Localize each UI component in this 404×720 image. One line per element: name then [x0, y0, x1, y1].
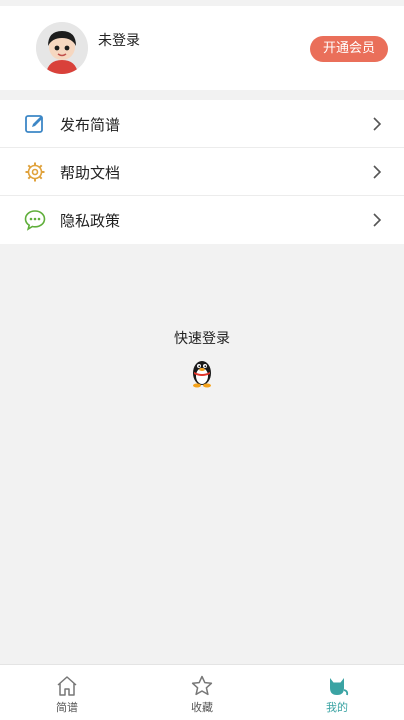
- menu-item-help[interactable]: 帮助文档: [0, 148, 404, 196]
- home-icon: [57, 676, 77, 696]
- avatar[interactable]: [36, 22, 88, 74]
- chat-bubble-icon: [24, 210, 46, 231]
- tab-mine[interactable]: 我的: [270, 665, 404, 720]
- chevron-right-icon: [373, 117, 382, 131]
- tab-favorites[interactable]: 收藏: [135, 665, 269, 720]
- menu-item-label: 发布简谱: [60, 116, 121, 134]
- menu-item-label: 帮助文档: [60, 164, 121, 182]
- chevron-right-icon: [373, 165, 382, 179]
- tab-scores[interactable]: 简谱: [0, 665, 134, 720]
- tab-label: 简谱: [56, 701, 78, 714]
- profile-header: 未登录 开通会员: [0, 6, 404, 90]
- quick-login-title: 快速登录: [174, 331, 230, 347]
- menu-item-label: 隐私政策: [60, 212, 121, 230]
- gear-icon: [25, 162, 45, 182]
- vip-button[interactable]: 开通会员: [310, 36, 388, 62]
- chevron-right-icon: [373, 213, 382, 227]
- menu-list: 发布简谱 帮助文档 隐私政策: [0, 100, 404, 244]
- bottom-tab-bar: 简谱 收藏 我的: [0, 664, 404, 720]
- cartoon-boy-avatar-icon: [36, 22, 88, 74]
- qq-penguin-icon[interactable]: [189, 356, 215, 388]
- cat-icon: [330, 678, 349, 696]
- tab-label: 收藏: [191, 701, 213, 714]
- menu-item-privacy[interactable]: 隐私政策: [0, 196, 404, 244]
- menu-item-publish[interactable]: 发布简谱: [0, 100, 404, 148]
- star-icon: [191, 675, 213, 696]
- tab-label: 我的: [326, 701, 348, 714]
- edit-icon: [25, 115, 43, 133]
- username-label[interactable]: 未登录: [98, 30, 140, 50]
